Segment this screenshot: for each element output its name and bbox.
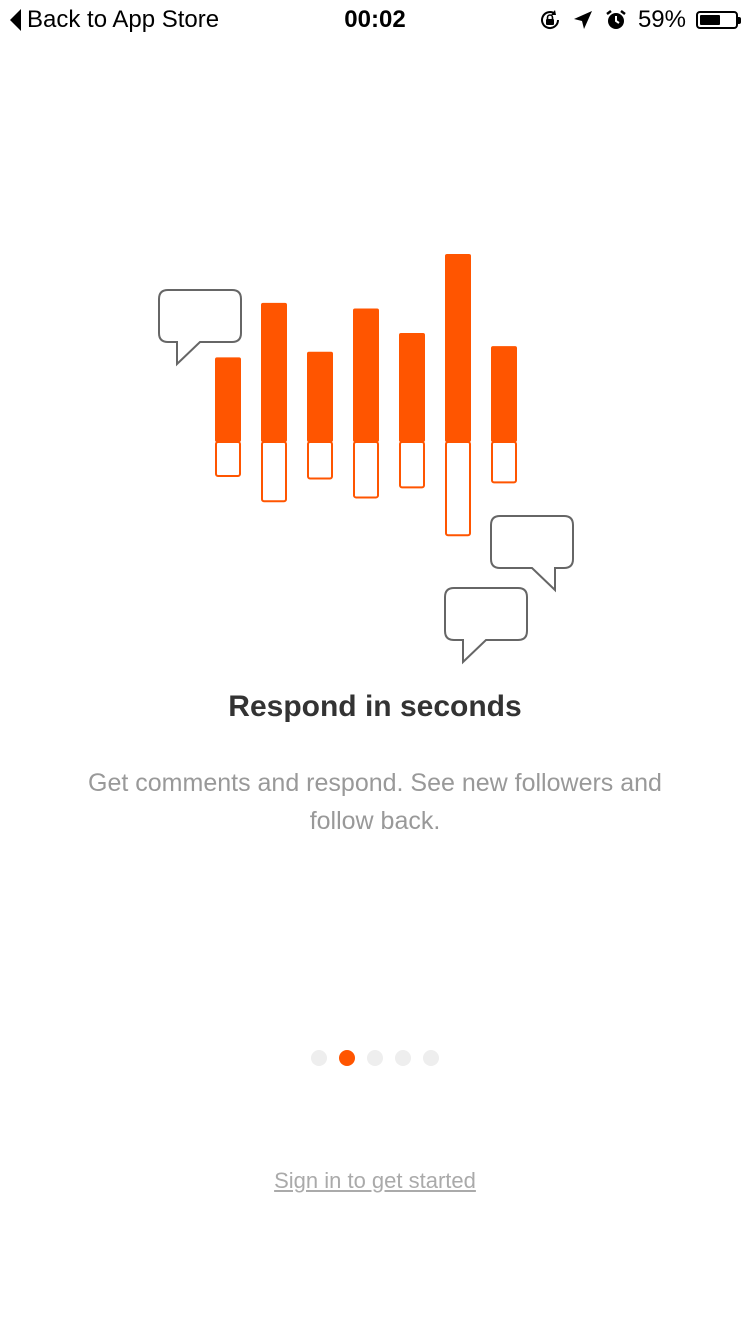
onboarding-title: Respond in seconds: [228, 690, 522, 723]
bar-lower-2: [261, 441, 287, 503]
bar-lower-6: [445, 441, 471, 537]
speech-bubble-top-left: [158, 289, 242, 367]
bar-upper-6: [445, 254, 471, 442]
sign-in-link[interactable]: Sign in to get started: [0, 1168, 750, 1194]
onboarding-illustration: [158, 254, 574, 665]
page-dot-3[interactable]: [367, 1050, 383, 1066]
bar-lower-7: [491, 441, 517, 484]
page-dot-4[interactable]: [395, 1050, 411, 1066]
bar-upper-7: [491, 346, 517, 442]
onboarding-description: Get comments and respond. See new follow…: [88, 769, 662, 835]
page-dot-1[interactable]: [311, 1050, 327, 1066]
speech-bubble-right: [490, 515, 574, 593]
bar-chart-graphic: [215, 254, 517, 537]
page-indicator[interactable]: [0, 1050, 750, 1066]
bar-upper-5: [399, 332, 425, 442]
bar-upper-4: [353, 308, 379, 442]
bar-upper-1: [215, 357, 241, 442]
page-dot-2[interactable]: [339, 1050, 355, 1066]
bar-upper-2: [261, 302, 287, 442]
bar-lower-1: [215, 441, 241, 478]
speech-bubble-bottom: [444, 587, 528, 665]
bar-lower-4: [353, 441, 379, 499]
bar-lower-5: [399, 441, 425, 489]
bar-lower-3: [307, 441, 333, 480]
page-dot-5[interactable]: [423, 1050, 439, 1066]
bar-upper-3: [307, 351, 333, 442]
